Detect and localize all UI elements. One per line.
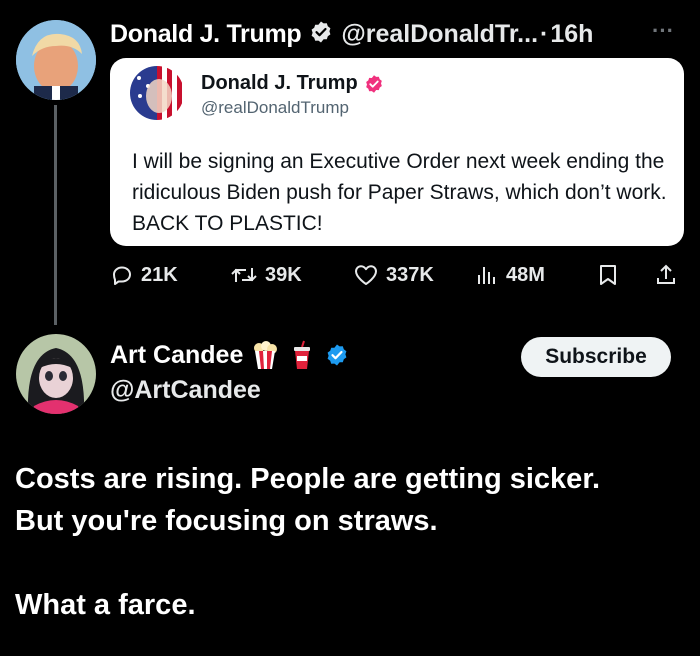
reply-line: But you're focusing on straws.: [15, 505, 438, 537]
popcorn-icon: [251, 340, 279, 370]
retweet-action[interactable]: 39K: [230, 258, 302, 292]
share-icon: [657, 264, 675, 284]
quoted-tweet-card[interactable]: Donald J. Trump @realDonaldTrump I will …: [110, 58, 684, 246]
like-action[interactable]: 337K: [353, 258, 434, 292]
views-action[interactable]: 48M: [475, 258, 545, 292]
reply-line: What a farce.: [15, 589, 196, 621]
bookmark-action[interactable]: [597, 258, 619, 292]
reply-author-name[interactable]: Art Candee: [110, 341, 243, 370]
reply-count: 21K: [141, 263, 178, 286]
verified-badge-icon: [309, 20, 333, 49]
reply-action[interactable]: 21K: [110, 258, 178, 292]
soda-cup-icon: [291, 340, 313, 370]
quoted-tweet-text: I will be signing an Executive Order nex…: [132, 150, 667, 235]
quoted-author-handle[interactable]: @realDonaldTrump: [201, 98, 349, 118]
share-action[interactable]: [654, 258, 678, 292]
tweet-time[interactable]: 16h: [550, 20, 593, 49]
reply-author-handle[interactable]: @ArtCandee: [110, 376, 261, 405]
tweet-header: Donald J. Trump @realDonaldTr... · 16h: [110, 17, 593, 51]
artcandee-avatar[interactable]: [16, 334, 96, 414]
quoted-author-name[interactable]: Donald J. Trump: [201, 72, 358, 95]
dot-separator: ·: [540, 19, 549, 48]
reply-text: Costs are rising. People are getting sic…: [15, 458, 685, 626]
views-chart-icon: [478, 267, 495, 284]
bookmark-icon: [600, 265, 616, 285]
more-options-icon[interactable]: ···: [652, 18, 674, 44]
author-name[interactable]: Donald J. Trump: [110, 20, 302, 49]
like-count: 337K: [386, 263, 434, 286]
verified-badge-icon: [325, 343, 349, 367]
thread-line: [54, 105, 57, 325]
retweet-icon: [231, 268, 257, 282]
subscribe-button[interactable]: Subscribe: [521, 337, 671, 377]
reply-author-row: Art Candee: [110, 340, 349, 370]
reply-icon: [113, 266, 131, 285]
heart-icon: [355, 265, 377, 285]
author-handle[interactable]: @realDonaldTr...: [341, 20, 538, 49]
verified-badge-icon: [364, 74, 384, 94]
reply-line: Costs are rising. People are getting sic…: [15, 463, 601, 495]
quoted-author-avatar[interactable]: [130, 66, 184, 120]
retweet-count: 39K: [265, 263, 302, 286]
trump-avatar[interactable]: [16, 20, 96, 100]
views-count: 48M: [506, 263, 545, 286]
quoted-author-row: Donald J. Trump: [201, 72, 384, 95]
